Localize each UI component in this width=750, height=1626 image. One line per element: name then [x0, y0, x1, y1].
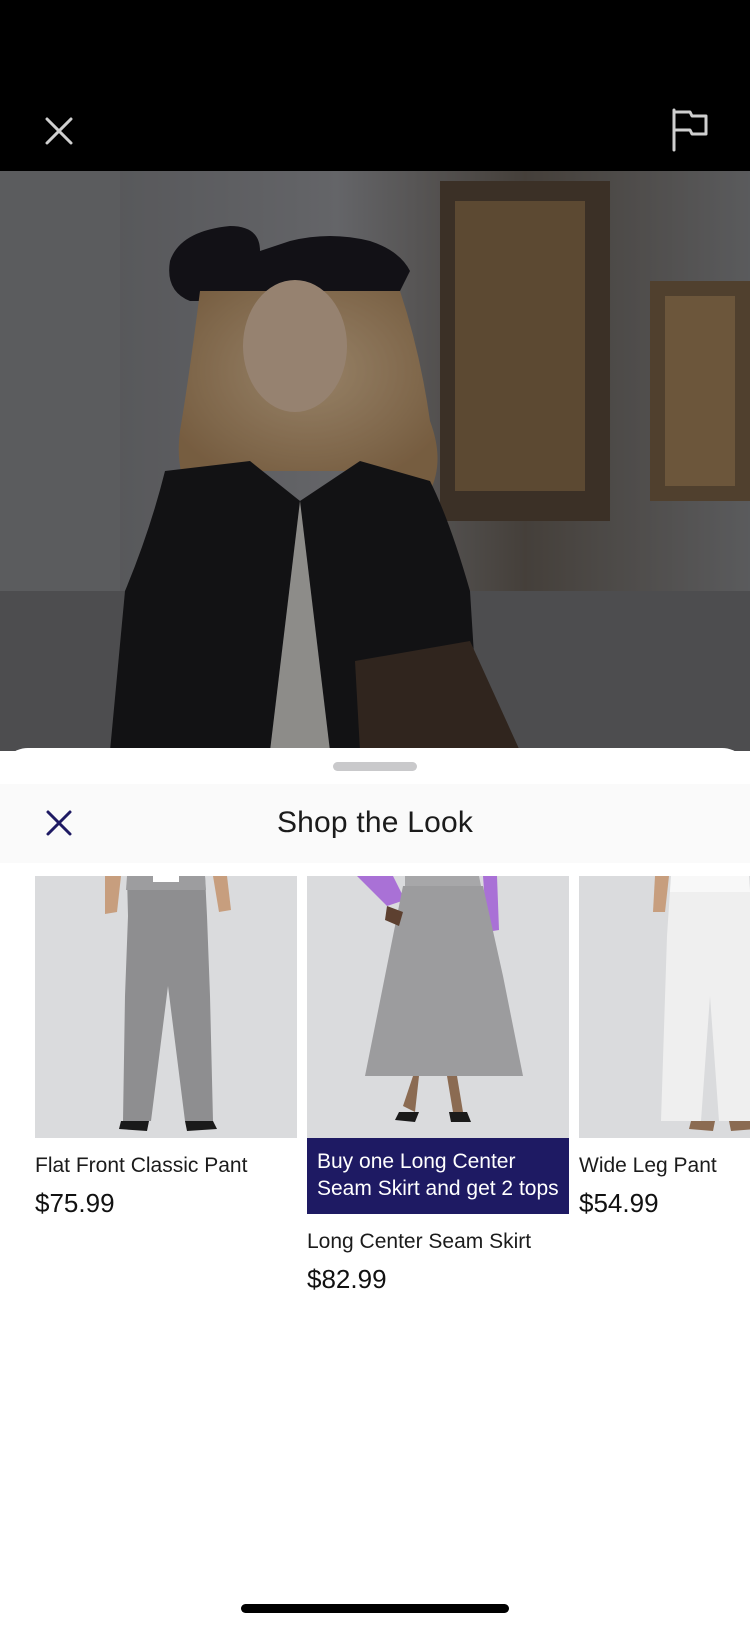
- product-card[interactable]: Flat Front Classic Pant $75.99: [35, 876, 297, 1219]
- product-card[interactable]: Wide Leg Pant $54.99: [579, 876, 750, 1219]
- top-bar: [0, 0, 750, 171]
- product-name[interactable]: Flat Front Classic Pant: [35, 1154, 297, 1178]
- product-image[interactable]: [35, 876, 297, 1138]
- close-icon[interactable]: [36, 108, 82, 154]
- sheet-header: Shop the Look: [0, 784, 750, 863]
- flag-icon[interactable]: [664, 104, 716, 156]
- product-name[interactable]: Wide Leg Pant: [579, 1154, 750, 1178]
- product-price: $82.99: [307, 1264, 387, 1294]
- product-image[interactable]: [579, 876, 750, 1138]
- promo-banner: Buy one Long Center Seam Skirt and get 2…: [307, 1138, 569, 1214]
- product-price: $54.99: [579, 1188, 659, 1218]
- product-name[interactable]: Long Center Seam Skirt: [307, 1230, 569, 1254]
- product-image[interactable]: [307, 876, 569, 1138]
- sheet-title: Shop the Look: [276, 806, 474, 839]
- sheet-grab-handle[interactable]: [333, 762, 417, 771]
- product-card[interactable]: Buy one Long Center Seam Skirt and get 2…: [307, 876, 569, 1295]
- home-indicator: [241, 1604, 509, 1613]
- product-price: $75.99: [35, 1188, 115, 1218]
- hero-photo: [0, 171, 750, 751]
- shop-the-look-sheet: Shop the Look Flat Front Classic Pant $7…: [0, 748, 750, 1626]
